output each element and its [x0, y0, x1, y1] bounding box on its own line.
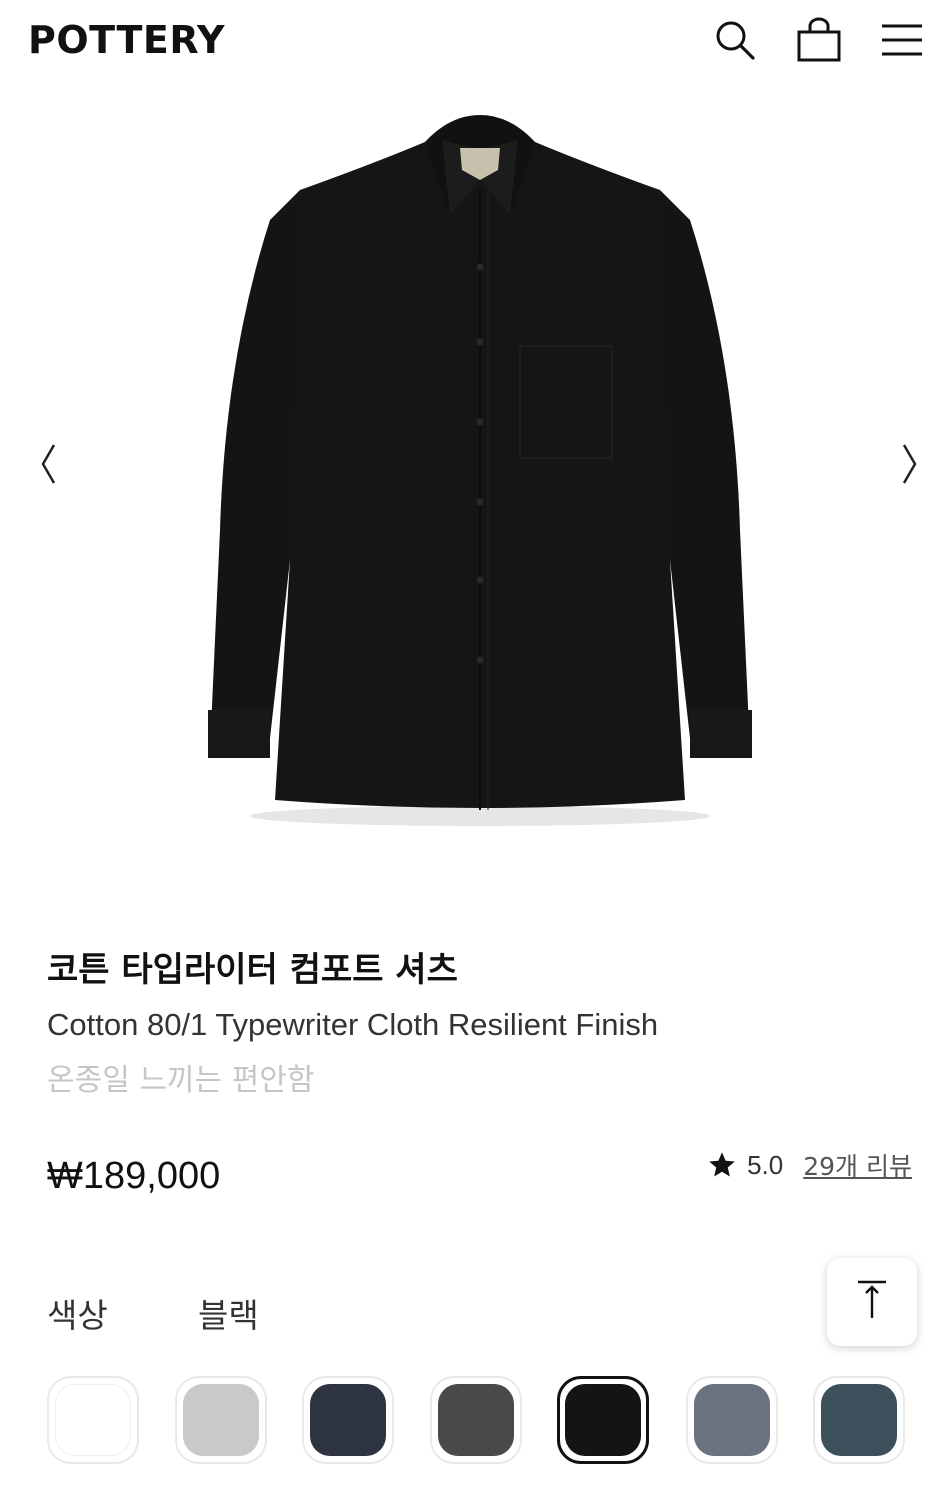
search-icon[interactable]	[711, 16, 759, 64]
reviews-link[interactable]: 29개 리뷰	[803, 1147, 912, 1183]
swatch-color-fill	[565, 1384, 641, 1456]
rating-value: 5.0	[747, 1149, 784, 1180]
product-title-korean: 코튼 타입라이터 컴포트 셔츠	[47, 950, 458, 990]
product-price: ₩189,000	[47, 1155, 221, 1197]
product-title-english: Cotton 80/1 Typewriter Cloth Resilient F…	[47, 1007, 659, 1042]
color-swatch-navy[interactable]	[302, 1376, 394, 1464]
scroll-to-top-button[interactable]	[827, 1258, 917, 1346]
swatch-color-fill	[694, 1384, 770, 1456]
color-label: 색상	[47, 1296, 108, 1335]
swatch-color-fill	[183, 1384, 259, 1456]
color-swatch-light-gray[interactable]	[175, 1376, 267, 1464]
color-swatch-slate-gray[interactable]	[686, 1376, 778, 1464]
product-gallery[interactable]	[0, 82, 952, 862]
shopping-bag-icon[interactable]	[795, 16, 843, 64]
swatch-color-fill	[55, 1384, 131, 1456]
color-swatch-white[interactable]	[47, 1376, 139, 1464]
product-image	[208, 115, 752, 826]
brand-logo[interactable]: POTTERY	[28, 17, 225, 63]
selected-color-name: 블랙	[198, 1296, 259, 1335]
swatch-color-fill	[821, 1384, 897, 1456]
header: POTTERY	[0, 0, 952, 82]
arrow-up-to-top-icon	[852, 1278, 892, 1327]
rating-summary: 5.0 29개 리뷰	[707, 1146, 912, 1184]
swatch-color-fill	[310, 1384, 386, 1456]
star-icon	[707, 1150, 737, 1180]
product-tagline: 온종일 느끼는 편안함	[47, 1063, 315, 1098]
chevron-right-icon[interactable]	[892, 437, 928, 491]
color-swatch-teal-gray[interactable]	[813, 1376, 905, 1464]
menu-icon[interactable]	[878, 16, 926, 64]
swatch-color-fill	[438, 1384, 514, 1456]
chevron-left-icon[interactable]	[30, 437, 66, 491]
color-swatch-charcoal[interactable]	[430, 1376, 522, 1464]
color-swatch-black[interactable]	[557, 1376, 649, 1464]
